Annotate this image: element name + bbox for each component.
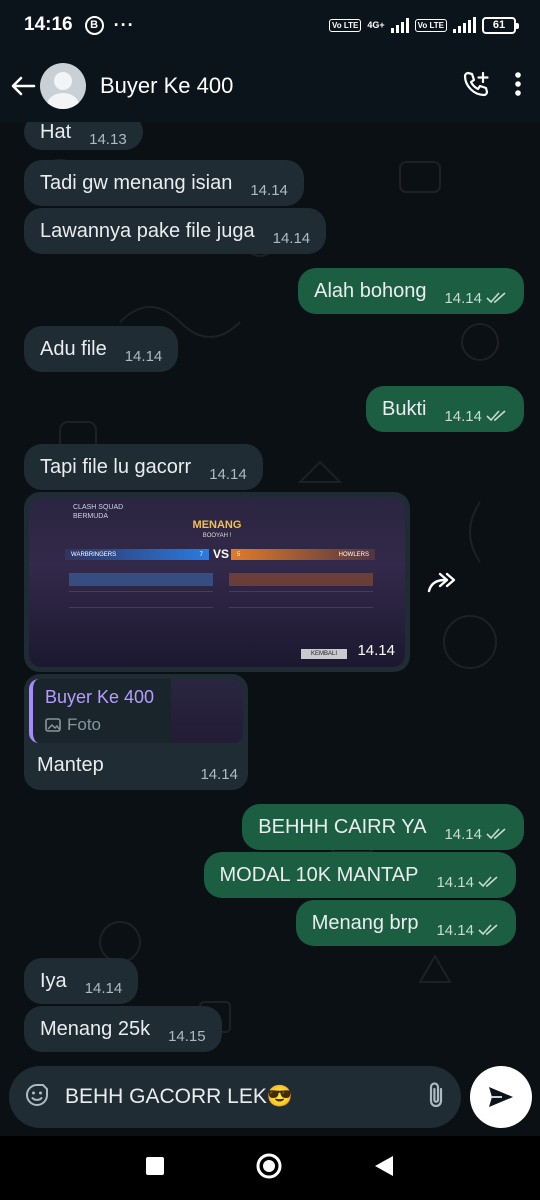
more-options-icon[interactable] xyxy=(514,71,522,102)
message-incoming[interactable]: Hat 14.13 xyxy=(24,122,143,150)
signal-icon-2 xyxy=(453,17,476,33)
vs-label: VS xyxy=(213,547,230,561)
message-text: BEHHH CAIRR YA xyxy=(258,815,427,838)
message-text: Bukti xyxy=(381,397,427,420)
home-icon[interactable] xyxy=(255,1152,283,1185)
kembali-button: KEMBALI xyxy=(300,649,347,659)
game-result: MENANG xyxy=(192,519,242,531)
read-ticks-icon xyxy=(478,876,498,888)
message-time: 14.14 xyxy=(124,347,163,365)
network-type-label: 4G+ xyxy=(367,19,385,30)
message-time: 14.14 xyxy=(200,766,238,783)
message-time: 14.14 xyxy=(250,181,288,199)
read-ticks-icon xyxy=(478,924,498,936)
back-arrow-icon[interactable] xyxy=(8,71,38,101)
message-input[interactable]: BEHH GACORR LEK😎 xyxy=(9,1066,461,1128)
photo-message[interactable]: CLASH SQUAD BERMUDA MENANG BOOYAH ! WARBR… xyxy=(24,492,410,672)
quoted-sender: Buyer Ke 400 xyxy=(45,687,155,707)
message-text: Adu file xyxy=(40,337,107,360)
message-time: 14.15 xyxy=(168,1027,206,1045)
more-notifications-icon: ··· xyxy=(113,14,135,35)
message-text: Tadi gw menang isian xyxy=(40,171,233,194)
message-time: 14.13 xyxy=(89,130,127,148)
back-nav-icon[interactable] xyxy=(373,1154,395,1183)
message-incoming[interactable]: Iya 14.14 xyxy=(24,958,139,1004)
add-call-icon[interactable] xyxy=(462,70,490,103)
team-2-bar: 5 HOWLERS xyxy=(231,549,375,560)
signal-icon xyxy=(390,17,409,33)
team-1-bar: WARBRINGERS 7 xyxy=(65,549,209,560)
message-text: Menang 25k xyxy=(40,1017,151,1040)
message-text: Iya xyxy=(40,969,67,992)
message-time: 14.14 xyxy=(272,229,311,247)
avatar[interactable] xyxy=(40,63,86,109)
volte-icon-2: Vo LTE xyxy=(414,18,447,32)
message-incoming[interactable]: Menang 25k 14.15 xyxy=(24,1006,222,1052)
message-incoming[interactable]: Adu file 14.14 xyxy=(24,326,179,372)
forward-icon[interactable] xyxy=(420,560,466,606)
message-text: Hat xyxy=(40,122,72,143)
status-bar: 14:16 B ··· Vo LTE 4G+ Vo LTE 61 xyxy=(0,0,540,50)
chat-area[interactable]: Hat 14.13 Tadi gw menang isian 14.14 Law… xyxy=(0,122,540,1062)
message-text: Lawannya pake file juga xyxy=(40,219,255,242)
game-subtitle: BOOYAH ! xyxy=(202,533,232,539)
message-incoming[interactable]: Tapi file lu gacorr 14.14 xyxy=(24,444,263,490)
message-incoming[interactable]: Tadi gw menang isian 14.14 xyxy=(24,160,304,206)
composer-bar: BEHH GACORR LEK😎 xyxy=(0,1062,540,1136)
system-nav-bar xyxy=(0,1136,540,1200)
message-time: 14.14 xyxy=(357,642,395,659)
clock: 14:16 xyxy=(24,14,73,35)
table-line xyxy=(229,591,373,592)
read-ticks-icon xyxy=(486,292,506,304)
message-time: 14.14 xyxy=(436,921,474,939)
table-line xyxy=(229,607,373,608)
message-time: 14.14 xyxy=(84,979,123,997)
send-icon xyxy=(489,1087,513,1107)
chat-header: Buyer Ke 400 xyxy=(0,50,540,122)
volte-icon: Vo LTE xyxy=(328,18,362,32)
message-incoming[interactable]: Lawannya pake file juga 14.14 xyxy=(24,208,327,254)
message-time: 14.14 xyxy=(209,465,247,483)
message-text: Alah bohong xyxy=(314,279,427,302)
message-time: 14.14 xyxy=(444,825,482,843)
message-outgoing[interactable]: MODAL 10K MANTAP 14.14 xyxy=(203,852,516,898)
message-text: Menang brp xyxy=(311,911,419,934)
message-time: 14.14 xyxy=(436,873,474,891)
quoted-thumbnail xyxy=(171,679,243,743)
recents-icon[interactable] xyxy=(145,1156,165,1181)
sticker-icon[interactable] xyxy=(23,1081,51,1114)
message-input-text: BEHH GACORR LEK😎 xyxy=(65,1085,294,1108)
message-text: MODAL 10K MANTAP xyxy=(219,863,419,886)
message-time: 14.14 xyxy=(444,289,482,307)
table-line xyxy=(69,591,213,592)
table-line xyxy=(69,607,213,608)
reply-message[interactable]: Buyer Ke 400 Foto Mantep 14.14 xyxy=(24,674,248,790)
quoted-message[interactable]: Buyer Ke 400 Foto xyxy=(29,679,243,743)
message-outgoing[interactable]: Alah bohong 14.14 xyxy=(298,268,524,314)
photo-icon xyxy=(45,718,61,732)
player-row xyxy=(69,573,213,586)
message-text: Mantep xyxy=(37,754,104,776)
read-ticks-icon xyxy=(486,828,506,840)
message-outgoing[interactable]: Menang brp 14.14 xyxy=(295,900,516,946)
b-notification-icon: B xyxy=(84,15,104,35)
message-outgoing[interactable]: BEHHH CAIRR YA 14.14 xyxy=(242,804,524,850)
player-row xyxy=(229,573,373,586)
message-time: 14.14 xyxy=(444,407,482,425)
battery-icon: 61 xyxy=(482,16,519,34)
game-screenshot-image[interactable]: CLASH SQUAD BERMUDA MENANG BOOYAH ! WARBR… xyxy=(29,497,405,667)
contact-name[interactable]: Buyer Ke 400 xyxy=(100,73,233,99)
send-button[interactable] xyxy=(470,1066,532,1128)
message-text: Tapi file lu gacorr xyxy=(40,455,192,478)
attach-icon[interactable] xyxy=(425,1080,447,1115)
message-outgoing[interactable]: Bukti 14.14 xyxy=(365,386,524,432)
quoted-type: Foto xyxy=(45,715,101,735)
read-ticks-icon xyxy=(486,410,506,422)
